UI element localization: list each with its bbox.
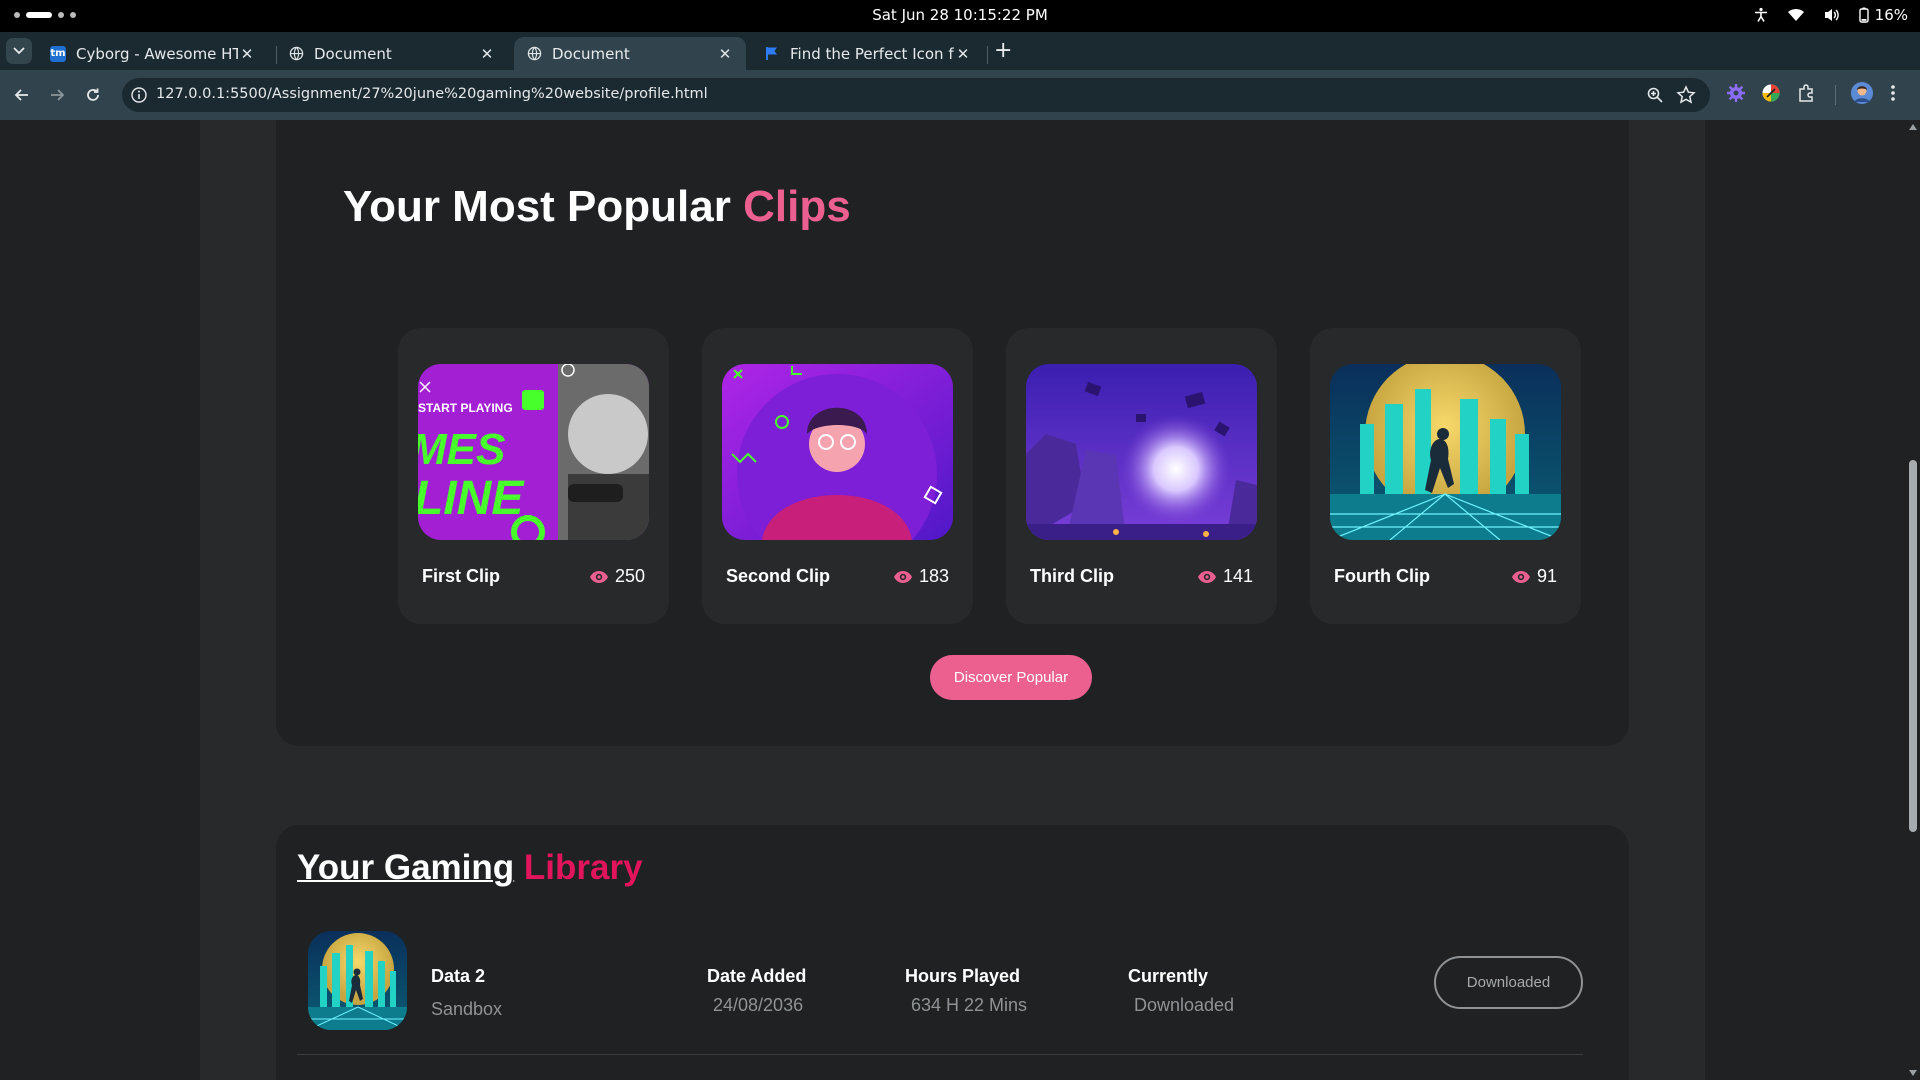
clip-views: 250 <box>589 566 645 587</box>
close-icon[interactable]: ✕ <box>716 45 734 63</box>
clip-name: Third Clip <box>1030 566 1114 586</box>
scroll-thumb[interactable] <box>1909 460 1917 832</box>
page-scrollbar[interactable] <box>1906 120 1920 1080</box>
svg-text:MES: MES <box>418 425 505 474</box>
clips-heading-main: Your Most Popular <box>343 182 731 231</box>
clip-view-count: 91 <box>1536 566 1557 586</box>
browser-tab-strip: tm Cyborg - Awesome HTML ✕ Document ✕ Do… <box>0 32 1920 70</box>
browser-toolbar: 127.0.0.1:5500/Assignment/27%20june%20ga… <box>0 70 1920 120</box>
clip-thumbnail[interactable] <box>722 364 953 540</box>
tab-title: Cyborg - Awesome HTML <box>76 44 238 63</box>
library-row-divider <box>297 1054 1583 1055</box>
battery-percent: 16% <box>1874 6 1908 24</box>
clip-name: Fourth Clip <box>1334 566 1430 586</box>
extension-color-picker-icon[interactable] <box>1761 83 1781 108</box>
tab-title: Document <box>552 44 630 63</box>
tab-title: Document <box>314 44 392 63</box>
site-info-icon[interactable] <box>130 86 148 109</box>
extensions-puzzle-icon[interactable] <box>1797 83 1817 108</box>
reload-button[interactable] <box>81 83 105 107</box>
back-button[interactable] <box>10 83 34 107</box>
tab-cyborg[interactable]: tm Cyborg - Awesome HTML ✕ <box>38 37 268 70</box>
date-added-label: Date Added <box>707 966 807 986</box>
chevron-down-icon <box>13 47 25 55</box>
close-icon[interactable]: ✕ <box>954 45 972 63</box>
scroll-up-arrow-icon[interactable] <box>1909 124 1917 130</box>
hours-played-label: Hours Played <box>905 966 1021 986</box>
forward-button[interactable] <box>45 83 69 107</box>
downloaded-button[interactable]: Downloaded <box>1434 956 1583 1009</box>
clip-view-count: 141 <box>1222 566 1253 586</box>
clip-name: Second Clip <box>726 566 831 586</box>
clip-thumbnail[interactable]: START PLAYING MES LINE <box>418 364 649 540</box>
page-viewport: Your Most Popular Clips START PLAYING ME… <box>0 120 1920 1080</box>
arrow-right-icon <box>51 89 65 101</box>
clip-thumbnail[interactable] <box>1330 364 1561 540</box>
tab-document-1[interactable]: Document ✕ <box>276 37 508 70</box>
clips-heading: Your Most Popular Clips <box>343 182 851 232</box>
globe-icon <box>288 46 304 62</box>
close-icon[interactable]: ✕ <box>478 45 496 63</box>
tab-document-active[interactable]: Document ✕ <box>514 37 746 70</box>
url-text[interactable]: 127.0.0.1:5500/Assignment/27%20june%20ga… <box>156 86 708 102</box>
clip-views: 91 <box>1511 566 1557 587</box>
tab-title: Find the Perfect Icon for <box>790 44 954 63</box>
system-clock[interactable]: Sat Jun 28 10:15:22 PM <box>0 6 1920 24</box>
new-tab-button[interactable]: + <box>994 38 1012 63</box>
clip-views: 183 <box>893 566 949 587</box>
volume-icon[interactable] <box>1823 7 1841 23</box>
library-status: Currently Downloaded <box>1128 966 1234 1016</box>
eye-icon <box>1197 570 1216 583</box>
library-date-added: Date Added 24/08/2036 <box>707 966 806 1016</box>
clip-card[interactable]: START PLAYING MES LINE First Clip 250 <box>398 328 669 624</box>
zoom-icon[interactable] <box>1646 86 1664 109</box>
wifi-icon[interactable] <box>1787 8 1805 22</box>
clips-heading-accent: Clips <box>743 182 851 231</box>
library-heading-accent: Library <box>523 848 643 887</box>
os-top-bar: Sat Jun 28 10:15:22 PM 16% <box>0 0 1920 32</box>
library-heading: Your Gaming Library <box>297 848 643 888</box>
scroll-down-arrow-icon[interactable] <box>1909 1070 1917 1076</box>
tm-favicon-icon: tm <box>50 45 66 62</box>
battery-icon[interactable]: 16% <box>1858 6 1908 24</box>
tab-find-icon[interactable]: Find the Perfect Icon for ✕ <box>752 37 984 70</box>
svg-text:LINE: LINE <box>418 472 525 525</box>
clip-card[interactable]: Second Clip 183 <box>702 328 973 624</box>
clip-card[interactable]: Fourth Clip 91 <box>1310 328 1581 624</box>
library-game-genre: Sandbox <box>431 999 503 1019</box>
library-game-info: Data 2 Sandbox <box>431 966 502 1020</box>
eye-icon <box>1511 570 1530 583</box>
clip-views: 141 <box>1197 566 1253 587</box>
library-heading-main: Your Gaming <box>297 848 515 887</box>
clip-name: First Clip <box>422 566 501 586</box>
library-game-thumbnail[interactable] <box>308 931 407 1030</box>
eye-icon <box>893 570 912 583</box>
address-bar[interactable]: 127.0.0.1:5500/Assignment/27%20june%20ga… <box>122 78 1710 112</box>
library-game-title: Data 2 <box>431 966 486 986</box>
clip-view-count: 250 <box>614 566 645 586</box>
hours-played-value: 634 H 22 Mins <box>911 995 1028 1015</box>
status-value: Downloaded <box>1134 995 1235 1015</box>
bookmark-star-icon[interactable] <box>1676 85 1696 110</box>
svg-text:START PLAYING: START PLAYING <box>418 401 513 415</box>
date-added-value: 24/08/2036 <box>713 995 804 1015</box>
reload-icon <box>87 88 99 101</box>
browser-menu-icon[interactable] <box>1890 83 1896 108</box>
arrow-left-icon <box>14 89 28 101</box>
clip-view-count: 183 <box>918 566 949 586</box>
discover-popular-button[interactable]: Discover Popular <box>930 655 1092 700</box>
globe-icon <box>526 46 542 62</box>
profile-avatar[interactable] <box>1850 81 1874 110</box>
accessibility-icon[interactable] <box>1753 7 1769 23</box>
tab-search-button[interactable] <box>6 38 32 64</box>
library-hours-played: Hours Played 634 H 22 Mins <box>905 966 1027 1016</box>
flag-icon <box>764 46 780 62</box>
eye-icon <box>589 570 608 583</box>
status-label: Currently <box>1128 966 1209 986</box>
extension-gear-icon[interactable] <box>1726 83 1746 108</box>
clip-thumbnail[interactable] <box>1026 364 1257 540</box>
close-icon[interactable]: ✕ <box>238 45 256 63</box>
clip-card[interactable]: Third Clip 141 <box>1006 328 1277 624</box>
